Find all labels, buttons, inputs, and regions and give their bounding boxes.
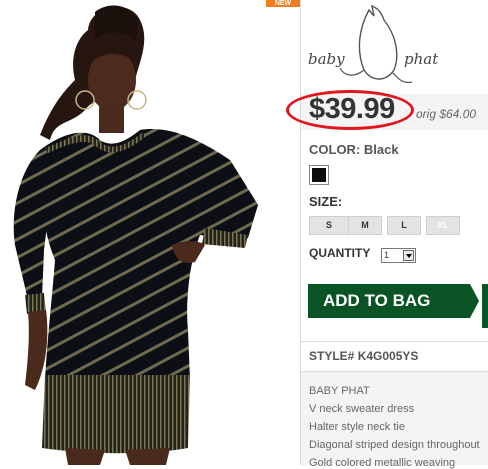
color-swatch-black[interactable] (309, 165, 329, 185)
detail-item: Gold colored metallic weaving (309, 457, 456, 469)
cat-logo-icon (339, 4, 413, 84)
style-number: STYLE# K4G005YS (309, 349, 418, 363)
size-l-button[interactable]: L (387, 216, 421, 235)
color-value: Black (363, 142, 399, 157)
price-highlight-circle (286, 90, 414, 130)
detail-item: V neck sweater dress (309, 403, 415, 415)
detail-item: Diagonal striped design throughout (309, 439, 480, 451)
model-photo (13, 5, 258, 465)
chevron-down-icon[interactable] (403, 250, 414, 261)
add-to-bag-arrow (470, 284, 479, 318)
color-label-text: COLOR: (309, 142, 361, 157)
size-xl-button[interactable]: XL (426, 216, 460, 235)
add-to-bag-button[interactable]: ADD TO BAG (308, 284, 470, 318)
style-label: STYLE# (309, 349, 355, 363)
quantity-label: QUANTITY (309, 246, 371, 260)
size-s-button[interactable]: S (309, 216, 349, 235)
detail-item: BABY PHAT (309, 385, 370, 397)
color-label: COLOR: Black (309, 142, 399, 157)
logo-text-left: baby (308, 50, 345, 68)
detail-item: Halter style neck tie (309, 421, 405, 433)
original-price: orig $64.00 (416, 107, 477, 121)
size-m-button[interactable]: M (348, 216, 382, 235)
product-image[interactable] (0, 0, 298, 465)
quantity-value: 1 (384, 250, 390, 260)
quantity-select[interactable]: 1 (381, 248, 416, 263)
style-value: K4G005YS (357, 349, 419, 363)
size-label: SIZE: (309, 194, 343, 209)
swatch-fill (312, 168, 326, 182)
secondary-action-button[interactable] (480, 284, 488, 328)
logo-text-right: phat (404, 50, 439, 68)
divider (301, 341, 488, 342)
new-badge: NEW (266, 0, 300, 7)
brand-logo[interactable]: baby phat (304, 0, 488, 94)
